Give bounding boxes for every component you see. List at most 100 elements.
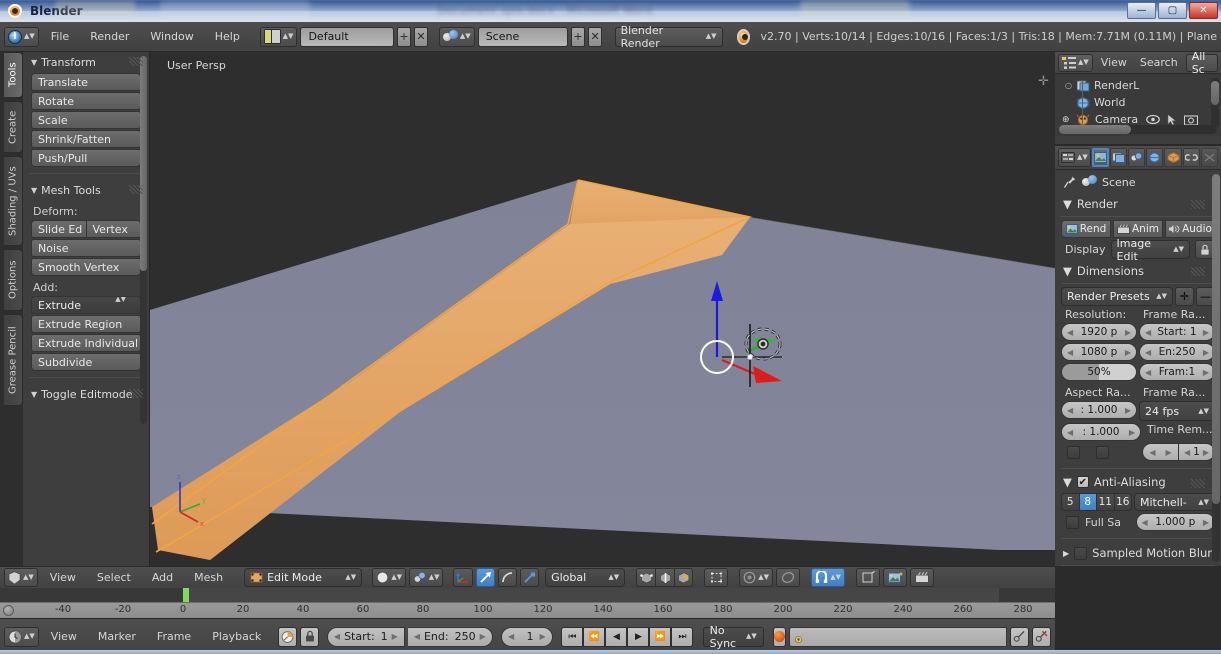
full-sample-checkbox[interactable] [1066, 515, 1079, 529]
pin-icon[interactable] [1063, 175, 1077, 189]
decrement-arrow-icon[interactable]: ◀ [1067, 348, 1073, 357]
outliner-menu-view[interactable]: View [1096, 53, 1132, 73]
increment-arrow-icon[interactable]: ▶ [1203, 348, 1209, 357]
tool-scale[interactable]: Scale [31, 111, 141, 129]
tool-translate[interactable]: Translate [31, 73, 141, 91]
tool-noise[interactable]: Noise [31, 239, 141, 257]
proportional-falloff-button[interactable] [776, 568, 801, 587]
close-button[interactable]: ✕ [1189, 2, 1218, 19]
toolshelf-scrollbar[interactable] [140, 56, 147, 424]
increment-arrow-icon[interactable]: ▶ [1203, 368, 1209, 377]
sync-mode-selector[interactable]: No Sync ▲▼ [702, 624, 764, 650]
tab-create[interactable]: Create [4, 101, 23, 153]
tab-tools[interactable]: Tools [4, 52, 23, 98]
auto-keyframe-button[interactable] [278, 626, 298, 647]
time-remap-new-field[interactable]: ◀ 1 ▶ [1179, 443, 1215, 461]
pivot-point-selector[interactable]: ▲▼ [409, 568, 444, 587]
add-scene-button[interactable]: + [570, 26, 586, 47]
minimize-button[interactable]: — [1127, 2, 1156, 19]
eye-icon[interactable] [1146, 114, 1161, 125]
cursor-arrow-icon[interactable] [1167, 113, 1177, 126]
properties-tab-object[interactable] [1164, 148, 1182, 167]
render-animation-button[interactable]: Anim [1113, 220, 1163, 238]
outliner-horizontal-scrollbar[interactable] [1059, 125, 1217, 134]
tool-extrude-dropdown[interactable]: Extrude ▲▼ [31, 296, 141, 314]
render-animation-header-button[interactable] [910, 568, 935, 587]
viewport-menu-view[interactable]: View [41, 568, 85, 588]
tool-push-pull[interactable]: Push/Pull [31, 149, 141, 167]
decrement-arrow-icon[interactable]: ◀ [1145, 328, 1151, 337]
timeline-menu-marker[interactable]: Marker [89, 627, 145, 647]
transform-orientation-selector[interactable]: Global ▲▼ [545, 568, 626, 587]
3d-viewport-canvas[interactable]: z y x User Persp ✛ (1) Plane [150, 52, 1055, 566]
border-checkbox[interactable] [1067, 445, 1080, 459]
tab-options[interactable]: Options [4, 249, 23, 311]
properties-scrollbar[interactable] [1212, 174, 1220, 562]
camera-data-icon[interactable] [1184, 114, 1199, 126]
increment-arrow-icon[interactable]: ▶ [392, 632, 398, 641]
interaction-mode-selector[interactable]: Edit Mode ▲▼ [244, 568, 363, 587]
current-frame-field[interactable]: ◀ 1 ▶ [501, 626, 553, 647]
frame-rate-selector[interactable]: 24 fps ▲▼ [1139, 401, 1215, 421]
jump-to-end-button[interactable]: ⏭ [671, 626, 694, 647]
decrement-arrow-icon[interactable]: ◀ [334, 632, 340, 641]
render-image-header-button[interactable] [883, 568, 908, 587]
playhead[interactable] [183, 588, 189, 602]
decrement-arrow-icon[interactable]: ◀ [1149, 448, 1155, 457]
play-reverse-button[interactable]: ◀ [605, 626, 628, 647]
timeline-menu-frame[interactable]: Frame [148, 627, 200, 647]
vertex-select-mode-button[interactable] [636, 568, 656, 587]
scene-browse-button[interactable]: ▲▼ [438, 26, 475, 47]
scale-manipulator-button[interactable] [520, 568, 540, 587]
decrement-arrow-icon[interactable]: ◀ [1184, 448, 1190, 457]
outliner-vertical-scrollbar[interactable] [1211, 78, 1219, 128]
increment-arrow-icon[interactable]: ▶ [540, 632, 546, 641]
occlude-geometry-button[interactable] [704, 568, 729, 587]
outliner-display-mode[interactable]: All Sc [1185, 50, 1218, 76]
outliner-tree[interactable]: ○ RenderL World ⊕ Camera [1055, 74, 1221, 136]
aa-filter-size-field[interactable]: ◀ 1.000 p ▶ [1135, 513, 1215, 531]
record-button[interactable] [772, 626, 786, 647]
render-engine-selector[interactable]: Blender Render ▲▼ [614, 24, 723, 50]
tool-smooth-vertex[interactable]: Smooth Vertex [31, 258, 141, 276]
time-remap-old-field[interactable]: ◀ ▶ [1142, 443, 1179, 461]
motion-blur-checkbox[interactable] [1074, 546, 1088, 560]
outliner-menu-search[interactable]: Search [1135, 53, 1183, 73]
remove-keying-set-button[interactable] [1031, 626, 1051, 647]
outliner-row-renderlayers[interactable]: ○ RenderL [1055, 77, 1221, 94]
add-keying-set-button[interactable] [1009, 626, 1029, 647]
tool-shrink-fatten[interactable]: Shrink/Fatten [31, 130, 141, 148]
crop-checkbox[interactable] [1096, 445, 1109, 459]
tab-grease-pencil[interactable]: Grease Pencil [4, 314, 23, 406]
increment-arrow-icon[interactable]: ▶ [1203, 518, 1209, 527]
aa-samples-11[interactable]: 11 [1097, 494, 1115, 510]
outliner-row-world[interactable]: World [1055, 94, 1221, 111]
render-image-button[interactable]: Rend [1061, 220, 1111, 238]
aspect-x-field[interactable]: ◀ : 1.000 ▶ [1061, 401, 1137, 419]
tool-rotate[interactable]: Rotate [31, 92, 141, 110]
increment-arrow-icon[interactable]: ▶ [1125, 348, 1131, 357]
render-presets-selector[interactable]: Render Presets ▲▼ [1061, 287, 1173, 306]
face-select-mode-button[interactable] [674, 568, 694, 587]
frame-end-field[interactable]: ◀ En:250 ▶ [1139, 343, 1215, 361]
toggle-editmode-panel-header[interactable]: ▼ Toggle Editmode [23, 384, 149, 405]
render-audio-button[interactable]: Audio [1165, 220, 1215, 238]
increment-arrow-icon[interactable]: ▶ [480, 632, 486, 641]
decrement-arrow-icon[interactable]: ◀ [1067, 406, 1073, 415]
rotate-manipulator-button[interactable] [498, 568, 518, 587]
decrement-arrow-icon[interactable]: ◀ [414, 632, 420, 641]
edge-select-mode-button[interactable] [655, 568, 675, 587]
viewport-shading-selector[interactable]: ▲▼ [372, 568, 407, 587]
proportional-editing-selector[interactable]: ▲▼ [739, 568, 774, 587]
mesh-tools-panel-header[interactable]: ▼ Mesh Tools [23, 180, 149, 201]
timeline-track[interactable] [0, 588, 1055, 602]
timeline-ruler[interactable]: -40 -20 0 20 40 60 80 100 120 140 160 18… [0, 602, 1055, 618]
resolution-y-field[interactable]: ◀ 1080 p ▶ [1061, 343, 1137, 361]
frame-start-field[interactable]: ◀ Start: 1 ▶ [326, 626, 405, 647]
tool-subdivide[interactable]: Subdivide [31, 353, 141, 371]
increment-arrow-icon[interactable]: ▶ [1129, 428, 1135, 437]
screen-layout-name-field[interactable]: Default [300, 26, 394, 47]
frame-end-field[interactable]: ◀ End: 250 ▶ [407, 626, 493, 647]
viewport-expand-icon[interactable]: ✛ [1038, 74, 1049, 89]
decrement-arrow-icon[interactable]: ◀ [1142, 518, 1148, 527]
